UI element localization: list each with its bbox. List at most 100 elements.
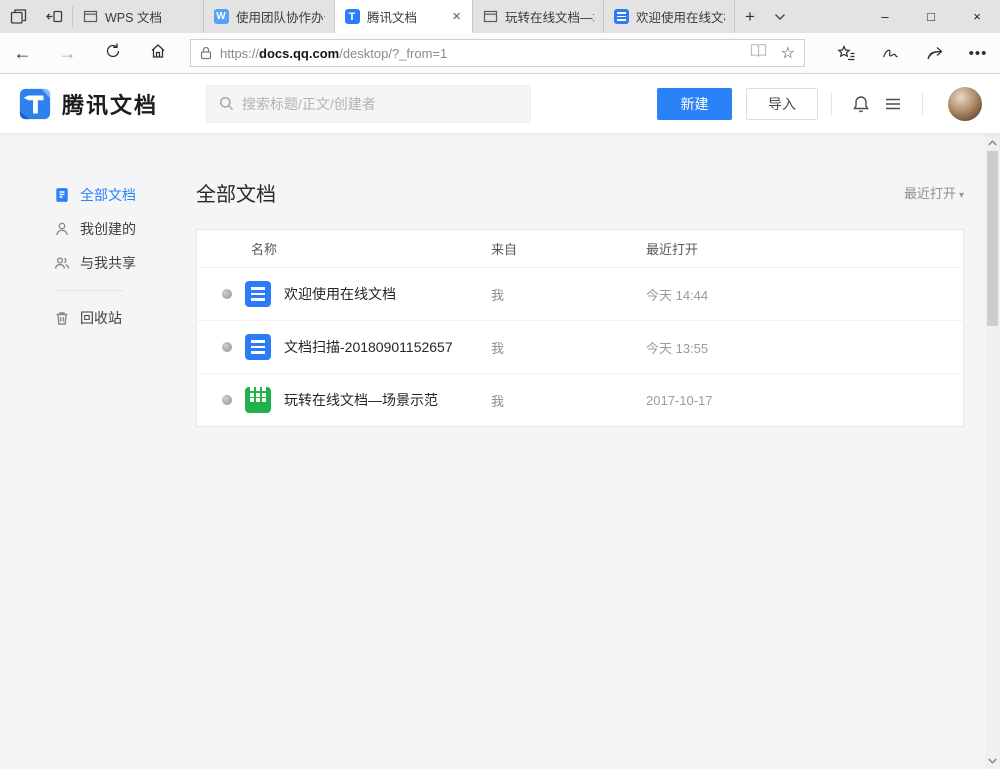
page-favicon-icon bbox=[482, 9, 498, 25]
browser-window: WPS 文档 W 使用团队协作办公 T 腾讯文档 × 玩转在线文档—场景示范 欢… bbox=[0, 0, 1000, 769]
name-cell: 欢迎使用在线文档 bbox=[197, 281, 491, 307]
tab-title: 玩转在线文档—场景示范 bbox=[505, 7, 594, 26]
document-name[interactable]: 文档扫描-20180901152657 bbox=[284, 337, 453, 357]
recent-dot-icon bbox=[222, 395, 232, 405]
sidebar-item-trash[interactable]: 回收站 bbox=[54, 301, 196, 335]
document-name[interactable]: 欢迎使用在线文档 bbox=[284, 284, 396, 304]
column-header-name: 名称 bbox=[197, 239, 491, 258]
tab-team-collab[interactable]: W 使用团队协作办公 bbox=[204, 0, 335, 33]
tab-title: 腾讯文档 bbox=[367, 7, 443, 26]
tab-title: WPS 文档 bbox=[105, 7, 194, 26]
tabs-set-aside-list-icon[interactable] bbox=[0, 0, 36, 33]
name-cell: 文档扫描-20180901152657 bbox=[197, 334, 491, 360]
url-tools: ☆ bbox=[750, 43, 795, 63]
document-name[interactable]: 玩转在线文档—场景示范 bbox=[284, 390, 438, 410]
close-button[interactable]: × bbox=[954, 0, 1000, 33]
sidebar-item-label: 全部文档 bbox=[80, 185, 136, 205]
tab-dropdown-chevron-icon[interactable] bbox=[765, 0, 795, 33]
share-icon[interactable] bbox=[912, 44, 956, 63]
search-input[interactable] bbox=[242, 96, 518, 112]
hub-favorites-icon[interactable] bbox=[824, 44, 868, 63]
reading-view-icon[interactable] bbox=[750, 43, 767, 63]
browser-tab-bar: WPS 文档 W 使用团队协作办公 T 腾讯文档 × 玩转在线文档—场景示范 欢… bbox=[0, 0, 1000, 33]
user-avatar[interactable] bbox=[948, 87, 982, 121]
menu-hamburger-icon[interactable] bbox=[877, 94, 909, 114]
doc-file-icon bbox=[245, 334, 271, 360]
back-button[interactable]: ← bbox=[0, 43, 45, 64]
chevron-down-icon: ▾ bbox=[959, 190, 964, 201]
sidebar-item-shared-with-me[interactable]: 与我共享 bbox=[54, 246, 196, 280]
sort-dropdown[interactable]: 最近打开▾ bbox=[904, 183, 964, 202]
recent-dot-icon bbox=[222, 289, 232, 299]
wps-w-favicon-icon: W bbox=[213, 9, 229, 25]
window-controls: – □ × bbox=[862, 0, 1000, 33]
sidebar-item-created-by-me[interactable]: 我创建的 bbox=[54, 212, 196, 246]
url-scheme: https:// bbox=[220, 46, 259, 61]
column-header-opened: 最近打开 bbox=[646, 239, 963, 258]
minimize-button[interactable]: – bbox=[862, 0, 908, 33]
column-header-owner: 来自 bbox=[491, 239, 646, 258]
brand-title: 腾讯文档 bbox=[62, 88, 158, 120]
tencent-docs-favicon-icon: T bbox=[344, 9, 360, 25]
owner-cell: 我 bbox=[491, 338, 646, 357]
owner-cell: 我 bbox=[491, 285, 646, 304]
name-cell: 玩转在线文档—场景示范 bbox=[197, 387, 491, 413]
tab-tencent-docs-active[interactable]: T 腾讯文档 × bbox=[335, 0, 473, 33]
scrollbar-thumb[interactable] bbox=[987, 151, 998, 326]
sidebar-item-label: 我创建的 bbox=[80, 219, 136, 239]
lock-icon bbox=[200, 46, 212, 60]
sidebar-item-all-docs[interactable]: 全部文档 bbox=[54, 178, 196, 212]
scroll-up-arrow-icon[interactable] bbox=[985, 135, 1000, 150]
table-row[interactable]: 欢迎使用在线文档 我 今天 14:44 bbox=[197, 267, 963, 320]
document-list-card: 名称 来自 最近打开 欢迎使用在线文档 我 今天 14:44 bbox=[196, 229, 964, 427]
browser-actions: ••• bbox=[824, 44, 1000, 63]
import-button[interactable]: 导入 bbox=[746, 88, 818, 120]
home-button[interactable] bbox=[135, 42, 180, 65]
sidebar-item-label: 回收站 bbox=[80, 308, 122, 328]
owner-cell: 我 bbox=[491, 391, 646, 410]
sheet-file-icon bbox=[245, 387, 271, 413]
tab-sheet-demo[interactable]: 玩转在线文档—场景示范 bbox=[473, 0, 604, 33]
page-favicon-icon bbox=[82, 9, 98, 25]
new-document-button[interactable]: 新建 bbox=[657, 88, 732, 120]
trash-icon bbox=[54, 310, 70, 326]
opened-cell: 今天 14:44 bbox=[646, 285, 963, 304]
search-icon bbox=[219, 96, 234, 111]
recent-dot-icon bbox=[222, 342, 232, 352]
set-tabs-aside-icon[interactable] bbox=[36, 0, 72, 33]
search-box bbox=[206, 85, 531, 123]
page-body: 全部文档 我创建的 与我共享 回收站 全部文档 最近打开▾ bbox=[0, 134, 1000, 769]
refresh-button[interactable] bbox=[90, 42, 135, 65]
tab-wps-docs[interactable]: WPS 文档 bbox=[73, 0, 204, 33]
url-field[interactable]: https://docs.qq.com/desktop/?_from=1 ☆ bbox=[190, 39, 805, 67]
sidebar: 全部文档 我创建的 与我共享 回收站 bbox=[0, 134, 196, 769]
url-path: /desktop/?_from=1 bbox=[339, 46, 447, 61]
page-title: 全部文档 bbox=[196, 178, 276, 207]
tab-title: 使用团队协作办公 bbox=[236, 7, 325, 26]
tencent-docs-logo bbox=[18, 87, 52, 121]
doc-favicon-icon bbox=[613, 9, 629, 25]
scroll-down-arrow-icon[interactable] bbox=[985, 753, 1000, 768]
table-row[interactable]: 玩转在线文档—场景示范 我 2017-10-17 bbox=[197, 373, 963, 426]
notifications-bell-icon[interactable] bbox=[845, 94, 877, 114]
new-tab-button[interactable]: + bbox=[735, 0, 765, 33]
tab-close-icon[interactable]: × bbox=[450, 9, 463, 24]
tab-title: 欢迎使用在线文档 bbox=[636, 7, 725, 26]
maximize-button[interactable]: □ bbox=[908, 0, 954, 33]
sort-label: 最近打开 bbox=[904, 186, 956, 201]
tab-welcome-doc[interactable]: 欢迎使用在线文档 bbox=[604, 0, 735, 33]
web-note-pen-icon[interactable] bbox=[868, 44, 912, 63]
url-text: https://docs.qq.com/desktop/?_from=1 bbox=[220, 46, 742, 61]
sidebar-item-label: 与我共享 bbox=[80, 253, 136, 273]
more-menu-icon[interactable]: ••• bbox=[956, 45, 1000, 62]
opened-cell: 今天 13:55 bbox=[646, 338, 963, 357]
doc-file-icon bbox=[245, 281, 271, 307]
opened-cell: 2017-10-17 bbox=[646, 393, 963, 408]
url-host: docs.qq.com bbox=[259, 46, 339, 61]
table-row[interactable]: 文档扫描-20180901152657 我 今天 13:55 bbox=[197, 320, 963, 373]
all-docs-icon bbox=[54, 187, 70, 203]
add-favorite-star-icon[interactable]: ☆ bbox=[781, 43, 795, 63]
forward-button[interactable]: → bbox=[45, 43, 90, 64]
scrollbar-track[interactable] bbox=[985, 134, 1000, 769]
main-content: 全部文档 最近打开▾ 名称 来自 最近打开 欢迎使用在线文档 我 今天 14: bbox=[196, 134, 1000, 769]
